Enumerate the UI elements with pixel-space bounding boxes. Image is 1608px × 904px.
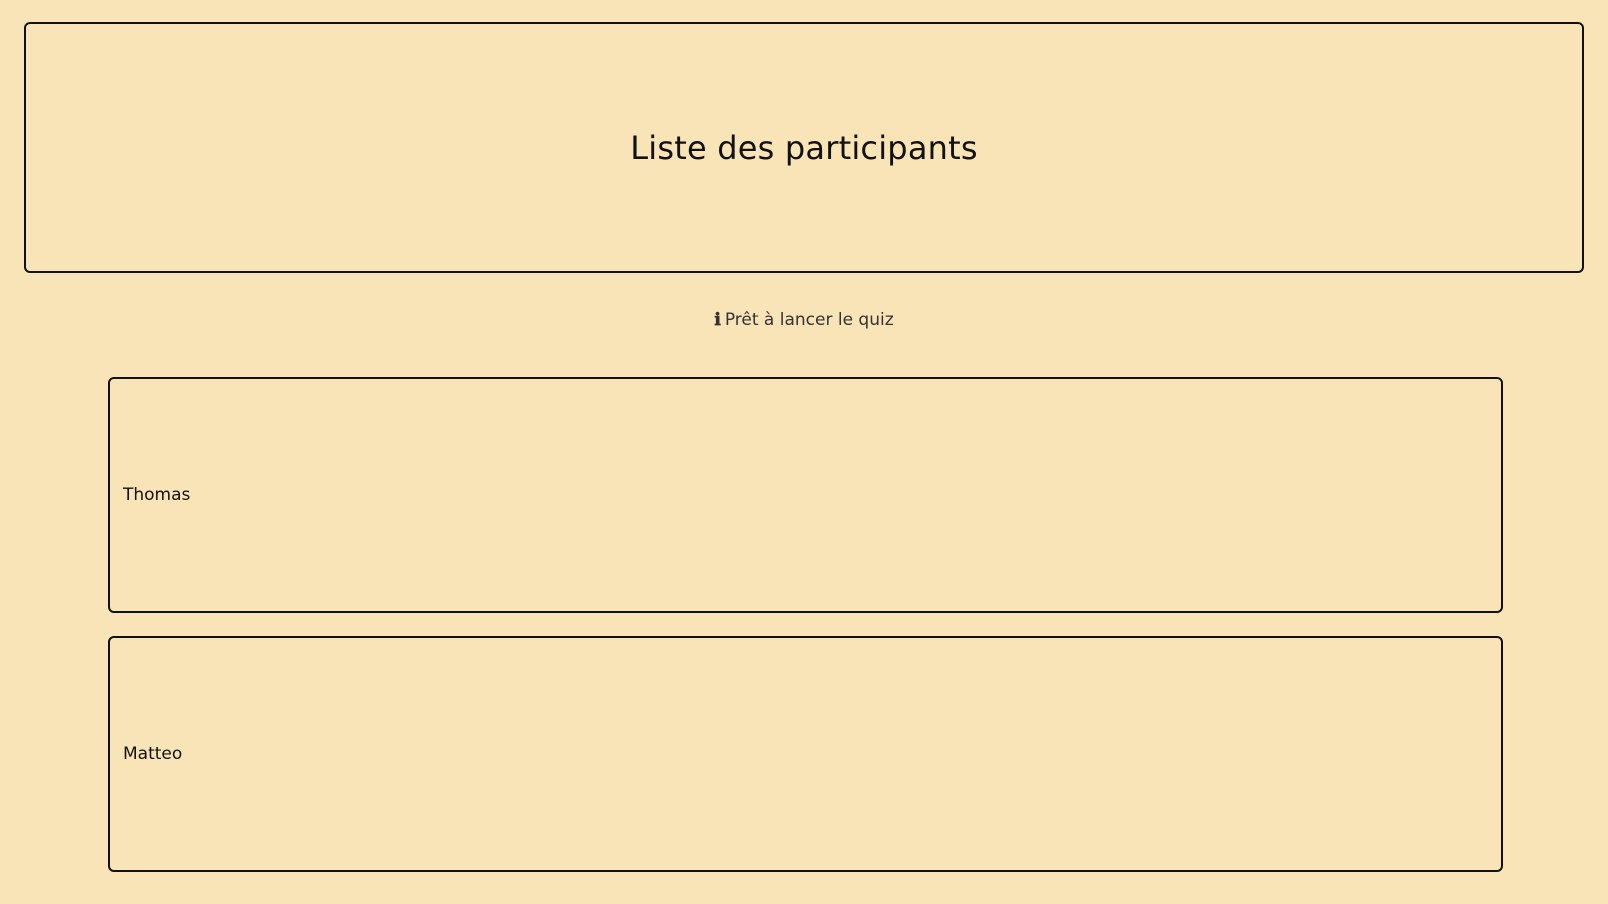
status-text: Prêt à lancer le quiz	[724, 310, 894, 330]
page-title: Liste des participants	[630, 128, 978, 167]
participant-name: Matteo	[123, 744, 183, 764]
info-icon: ℹ	[714, 310, 721, 330]
participant-name: Thomas	[123, 485, 191, 505]
status-message: ℹ Prêt à lancer le quiz	[0, 310, 1608, 330]
participant-card: Matteo	[108, 636, 1503, 872]
participants-page: Liste des participants ℹ Prêt à lancer le…	[0, 0, 1608, 904]
page-header: Liste des participants	[24, 22, 1584, 273]
participant-card: Thomas	[108, 377, 1503, 613]
